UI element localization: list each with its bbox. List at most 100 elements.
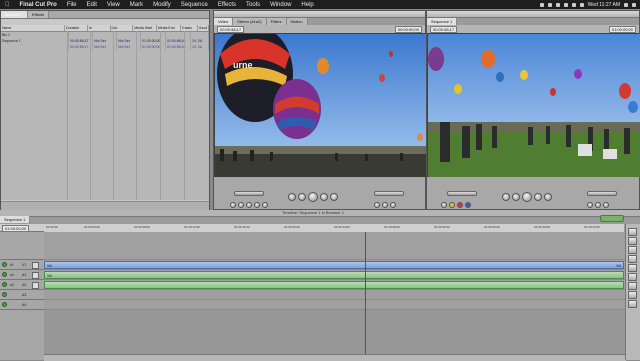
replace-edit-button[interactable] bbox=[465, 202, 471, 208]
menu-effects[interactable]: Effects bbox=[213, 2, 241, 8]
audio-clip[interactable]: Vid bbox=[44, 271, 624, 279]
selection-tool-icon[interactable] bbox=[628, 228, 637, 236]
next-edit-button[interactable] bbox=[330, 193, 338, 201]
track-header-a1[interactable]: a1 A1 bbox=[0, 270, 44, 280]
menu-window[interactable]: Window bbox=[265, 2, 296, 8]
tab-video[interactable]: Video bbox=[214, 18, 234, 25]
canvas-jog-control[interactable] bbox=[447, 191, 477, 196]
track-audible-icon[interactable] bbox=[2, 292, 7, 297]
canvas-tool-button[interactable] bbox=[441, 202, 447, 208]
menu-list-icon[interactable] bbox=[632, 2, 636, 7]
timeline-empty-area[interactable] bbox=[44, 310, 626, 354]
zoom-tool-icon[interactable] bbox=[628, 282, 637, 290]
track-lock-icon[interactable] bbox=[32, 262, 39, 269]
canvas-current-timecode[interactable]: 01:00:00;00 bbox=[608, 25, 636, 33]
track-audible-icon[interactable] bbox=[2, 282, 7, 287]
column-good[interactable]: Good bbox=[198, 25, 209, 31]
tab-sequence[interactable]: Sequence 1 bbox=[427, 18, 458, 25]
app-menu[interactable]: Final Cut Pro bbox=[15, 2, 62, 8]
viewer-duration-timecode[interactable]: 00:00:58;17 bbox=[217, 25, 245, 33]
canvas-shuttle-control[interactable] bbox=[587, 191, 617, 196]
apple-icon[interactable]:  bbox=[0, 2, 15, 8]
column-in[interactable]: In bbox=[88, 25, 111, 31]
canvas-video-frame[interactable] bbox=[428, 34, 640, 177]
tab-effects[interactable]: Effects bbox=[28, 11, 50, 18]
browser-row-clip[interactable]: 00:00:58;17 Not Set Not Set 01:00:00;00 … bbox=[1, 44, 209, 50]
status-icon[interactable] bbox=[539, 2, 544, 7]
track-visibility-icon[interactable] bbox=[2, 262, 7, 267]
bluetooth-icon[interactable] bbox=[555, 2, 560, 7]
viewer-tool-button[interactable] bbox=[262, 202, 268, 208]
volume-icon[interactable] bbox=[571, 2, 576, 7]
play-in-out-button[interactable] bbox=[298, 193, 306, 201]
roll-tool-icon[interactable] bbox=[628, 255, 637, 263]
pen-tool-icon[interactable] bbox=[628, 300, 637, 308]
column-duration[interactable]: Duration bbox=[65, 25, 88, 31]
previous-edit-button[interactable] bbox=[502, 193, 510, 201]
track-select-tool-icon[interactable] bbox=[628, 246, 637, 254]
play-around-button[interactable] bbox=[320, 193, 328, 201]
timeline-current-timecode[interactable]: 01:00:00;00 bbox=[2, 225, 30, 232]
menu-file[interactable]: File bbox=[62, 2, 82, 8]
menubar-clock[interactable]: Wed 11:27 AM bbox=[588, 2, 620, 8]
playhead[interactable] bbox=[365, 232, 366, 354]
viewer-tool-button[interactable] bbox=[254, 202, 260, 208]
column-name[interactable]: Name bbox=[1, 25, 66, 31]
insert-edit-button[interactable] bbox=[449, 202, 455, 208]
menu-mark[interactable]: Mark bbox=[125, 2, 148, 8]
slip-tool-icon[interactable] bbox=[628, 264, 637, 272]
play-button[interactable] bbox=[308, 192, 318, 202]
track-lock-icon[interactable] bbox=[32, 282, 39, 289]
wifi-icon[interactable] bbox=[563, 2, 568, 7]
menu-edit[interactable]: Edit bbox=[82, 2, 102, 8]
canvas-tool-button[interactable] bbox=[595, 202, 601, 208]
crop-tool-icon[interactable] bbox=[628, 291, 637, 299]
tab-timeline-sequence[interactable]: Sequence 1 bbox=[0, 216, 31, 223]
play-around-button[interactable] bbox=[534, 193, 542, 201]
tab-browser[interactable]: Browser 1 bbox=[1, 11, 29, 18]
track-lock-icon[interactable] bbox=[32, 272, 39, 279]
timeline-track-a2[interactable] bbox=[44, 280, 626, 290]
menu-modify[interactable]: Modify bbox=[148, 2, 176, 8]
track-audible-icon[interactable] bbox=[2, 272, 7, 277]
timeline-track-empty[interactable] bbox=[44, 232, 626, 260]
viewer-shuttle-control[interactable] bbox=[374, 191, 404, 196]
menu-sequence[interactable]: Sequence bbox=[176, 2, 213, 8]
track-header-a2[interactable]: a2 A2 bbox=[0, 280, 44, 290]
viewer-tool-button[interactable] bbox=[246, 202, 252, 208]
tab-motion[interactable]: Motion bbox=[286, 18, 308, 25]
timeline-track-a4[interactable] bbox=[44, 300, 626, 310]
search-icon[interactable] bbox=[624, 2, 628, 7]
viewer-video-frame[interactable]: urne bbox=[215, 34, 426, 177]
viewer-tool-button[interactable] bbox=[382, 202, 388, 208]
track-header-a4[interactable]: A4 bbox=[0, 300, 44, 310]
viewer-tool-button[interactable] bbox=[374, 202, 380, 208]
viewer-jog-control[interactable] bbox=[234, 191, 264, 196]
menu-tools[interactable]: Tools bbox=[241, 2, 265, 8]
viewer-tool-button[interactable] bbox=[390, 202, 396, 208]
previous-edit-button[interactable] bbox=[288, 193, 296, 201]
viewer-current-timecode[interactable]: 00:00:00;00 bbox=[394, 25, 422, 33]
timeline-track-a1[interactable]: Vid bbox=[44, 270, 626, 280]
menu-help[interactable]: Help bbox=[296, 2, 318, 8]
track-header-a3[interactable]: A3 bbox=[0, 290, 44, 300]
rt-menu-button[interactable] bbox=[600, 215, 624, 222]
canvas-duration-timecode[interactable]: 00:00:58;17 bbox=[430, 25, 458, 33]
canvas-tool-button[interactable] bbox=[603, 202, 609, 208]
canvas-tool-button[interactable] bbox=[587, 202, 593, 208]
viewer-tool-button[interactable] bbox=[238, 202, 244, 208]
track-audible-icon[interactable] bbox=[2, 302, 7, 307]
video-clip[interactable]: Vid Vid bbox=[44, 261, 624, 269]
tab-filters[interactable]: Filters bbox=[266, 18, 287, 25]
play-button[interactable] bbox=[522, 192, 532, 202]
audio-clip[interactable] bbox=[44, 281, 624, 289]
tab-stereo[interactable]: Stereo (a1a2) bbox=[233, 18, 267, 25]
timeline-track-v1[interactable]: Vid Vid bbox=[44, 260, 626, 270]
next-edit-button[interactable] bbox=[544, 193, 552, 201]
timeline-track-a3[interactable] bbox=[44, 290, 626, 300]
battery-icon[interactable] bbox=[579, 2, 584, 7]
status-icon[interactable] bbox=[547, 2, 552, 7]
razor-tool-icon[interactable] bbox=[628, 273, 637, 281]
overwrite-edit-button[interactable] bbox=[457, 202, 463, 208]
track-header-v1[interactable]: v1 V1 bbox=[0, 260, 44, 270]
